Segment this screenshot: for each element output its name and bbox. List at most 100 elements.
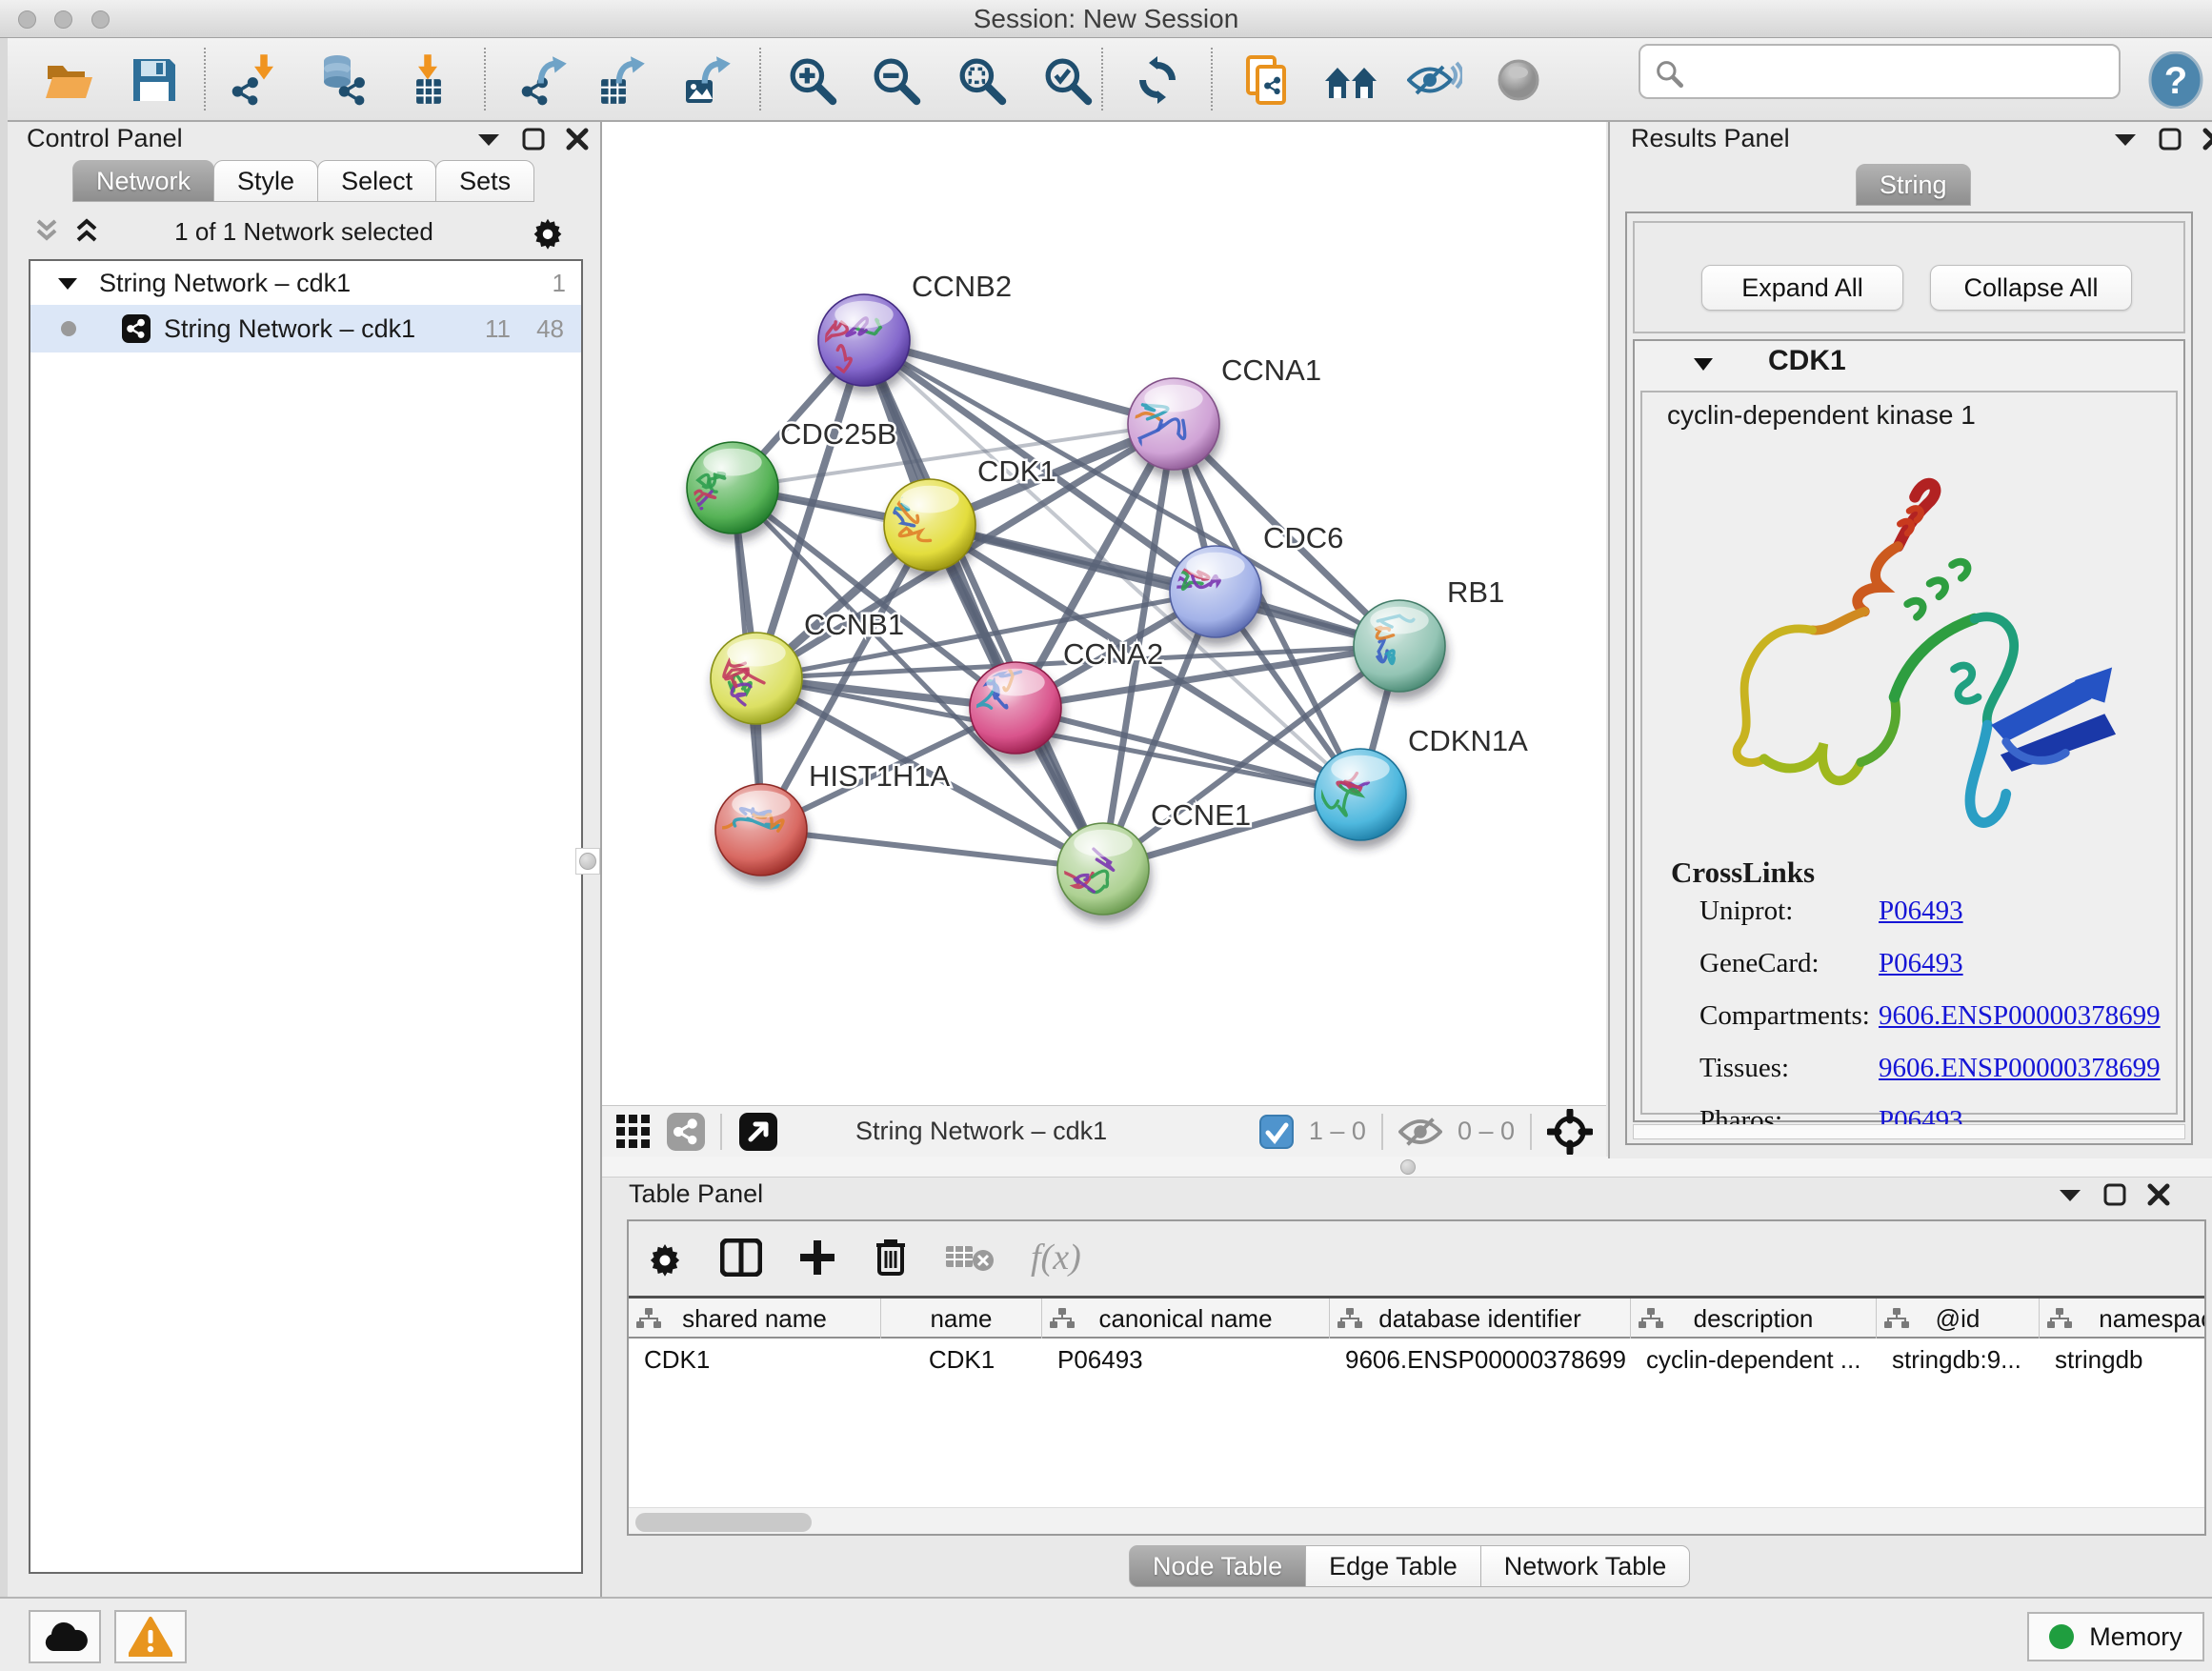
tab-sets[interactable]: Sets [435, 160, 534, 202]
close-panel-icon[interactable] [566, 128, 589, 151]
show-columns-icon[interactable] [720, 1238, 762, 1277]
tab-network[interactable]: Network [72, 160, 214, 202]
cloud-button[interactable] [29, 1610, 101, 1663]
export-image-button[interactable] [676, 50, 737, 111]
export-network-button[interactable] [514, 50, 575, 111]
column-header-database-identifier[interactable]: database identifier [1330, 1299, 1631, 1339]
panel-menu-icon[interactable] [476, 131, 501, 147]
crosslink-link[interactable]: 9606.ENSP00000378699 [1879, 1053, 2161, 1084]
panel-menu-icon[interactable] [2058, 1187, 2082, 1202]
delete-column-icon[interactable] [873, 1238, 909, 1278]
network-edge-count: 48 [536, 314, 564, 344]
zoom-selected-button[interactable] [1036, 50, 1097, 111]
collapse-triangle-icon[interactable] [57, 276, 78, 291]
float-panel-icon[interactable] [522, 128, 545, 151]
titlebar: Session: New Session [0, 0, 2212, 38]
help-button[interactable]: ? [2145, 50, 2206, 111]
import-network-file-button[interactable] [225, 50, 286, 111]
network-view[interactable]: CCNB2CCNA1CDC25BCDK1CDC6RB1CCNB1CCNA2CDK… [602, 122, 1606, 1105]
table-cell: CDK1 [881, 1339, 1042, 1380]
network-node-hist1h1a[interactable]: HIST1H1A [674, 759, 950, 876]
network-collection-row[interactable]: String Network – cdk1 1 [30, 261, 581, 305]
collapse-all-icon[interactable] [32, 217, 61, 246]
results-panel: Results Panel String Expand All Collapse… [1610, 122, 2212, 1158]
network-node-rb1[interactable]: RB1 [1354, 575, 1504, 692]
crosslink-link[interactable]: P06493 [1879, 896, 1963, 927]
node-table-box: f(x) shared namenamecanonical namedataba… [627, 1219, 2206, 1536]
toolbar-separator [1211, 48, 1213, 111]
network-node-ccna1[interactable]: CCNA1 [1102, 353, 1321, 470]
float-panel-icon[interactable] [2159, 128, 2182, 151]
expand-all-button[interactable]: Expand All [1701, 265, 1903, 311]
detach-view-icon[interactable] [737, 1111, 779, 1153]
window-left-edge [0, 38, 8, 1671]
table-header-row: shared namenamecanonical namedatabase id… [629, 1299, 2204, 1339]
crosslink-link[interactable]: 9606.ENSP00000378699 [1879, 1000, 2161, 1032]
table-cell: CDK1 [629, 1339, 881, 1380]
selected-checkbox-icon[interactable] [1259, 1115, 1294, 1149]
network-node-label: CDC25B [780, 417, 896, 451]
birdseye-toggle-icon[interactable] [1547, 1109, 1593, 1155]
cloud-icon [42, 1621, 88, 1653]
tab-string[interactable]: String [1856, 164, 1971, 206]
export-table-button[interactable] [591, 50, 652, 111]
table-options-gear-icon[interactable] [646, 1238, 684, 1277]
column-header-@id[interactable]: @id [1877, 1299, 2040, 1339]
result-node-name: CDK1 [1768, 345, 1846, 377]
collapse-all-button[interactable]: Collapse All [1930, 265, 2132, 311]
results-panel-title: Results Panel [1631, 124, 1790, 153]
results-scrollbar[interactable] [1633, 1124, 2185, 1139]
new-network-from-selection-button[interactable] [1237, 50, 1297, 111]
open-session-button[interactable] [38, 50, 99, 111]
crosslink-link[interactable]: P06493 [1879, 948, 1963, 979]
zoom-out-button[interactable] [865, 50, 926, 111]
search-input[interactable] [1696, 50, 2105, 91]
horizontal-splitter[interactable] [602, 1157, 2212, 1178]
network-view-title: String Network – cdk1 [855, 1117, 1107, 1146]
expand-all-icon[interactable] [72, 217, 101, 246]
network-node-label: CCNA1 [1221, 353, 1321, 387]
warnings-button[interactable] [114, 1610, 187, 1663]
column-header-name[interactable]: name [881, 1299, 1042, 1339]
zoom-in-button[interactable] [781, 50, 842, 111]
control-panel-splitter-handle[interactable] [575, 848, 600, 875]
column-header-canonical-name[interactable]: canonical name [1042, 1299, 1330, 1339]
view-string-icon[interactable] [667, 1113, 705, 1151]
table-hscrollbar[interactable] [629, 1507, 2204, 1536]
close-panel-icon[interactable] [2202, 128, 2212, 151]
save-session-button[interactable] [124, 50, 185, 111]
view-grid-icon[interactable] [615, 1114, 652, 1150]
column-header-description[interactable]: description [1631, 1299, 1877, 1339]
delete-table-icon[interactable] [945, 1241, 995, 1274]
tab-style[interactable]: Style [213, 160, 318, 202]
selected-counts: 1 – 0 [1309, 1117, 1366, 1146]
memory-button[interactable]: Memory [2027, 1612, 2204, 1661]
table-row[interactable]: CDK1CDK1P064939606.ENSP00000378699cyclin… [629, 1339, 2204, 1380]
float-panel-icon[interactable] [2103, 1183, 2126, 1206]
close-panel-icon[interactable] [2147, 1183, 2170, 1206]
function-builder-icon[interactable]: f(x) [1031, 1237, 1081, 1278]
hidden-eye-icon[interactable] [1398, 1116, 1442, 1148]
zoom-fit-button[interactable] [951, 50, 1012, 111]
column-header-shared-name[interactable]: shared name [629, 1299, 881, 1339]
tab-network-table[interactable]: Network Table [1480, 1545, 1691, 1587]
network-row-selected[interactable]: String Network – cdk1 11 48 [30, 305, 581, 352]
bird-eye-view-button[interactable] [1488, 50, 1549, 111]
accordion-collapse-icon[interactable] [1692, 356, 1715, 372]
tab-edge-table[interactable]: Edge Table [1305, 1545, 1481, 1587]
toolbar-separator [1101, 48, 1103, 111]
window-title: Session: New Session [0, 4, 2212, 34]
crosslink-row: Uniprot:P06493 [1642, 896, 2176, 948]
refresh-view-button[interactable] [1127, 50, 1188, 111]
import-network-database-button[interactable] [312, 50, 373, 111]
home-button[interactable] [1320, 50, 1381, 111]
panel-menu-icon[interactable] [2113, 131, 2138, 147]
create-column-icon[interactable] [798, 1238, 836, 1277]
tab-select[interactable]: Select [317, 160, 436, 202]
network-options-gear-icon[interactable] [530, 213, 566, 250]
tab-node-table[interactable]: Node Table [1129, 1545, 1306, 1587]
import-table-file-button[interactable] [396, 50, 457, 111]
network-canvas[interactable]: CCNB2CCNA1CDC25BCDK1CDC6RB1CCNB1CCNA2CDK… [602, 122, 1606, 1105]
column-header-namespace[interactable]: namespace [2040, 1299, 2206, 1339]
hide-graphics-details-button[interactable] [1404, 50, 1465, 111]
